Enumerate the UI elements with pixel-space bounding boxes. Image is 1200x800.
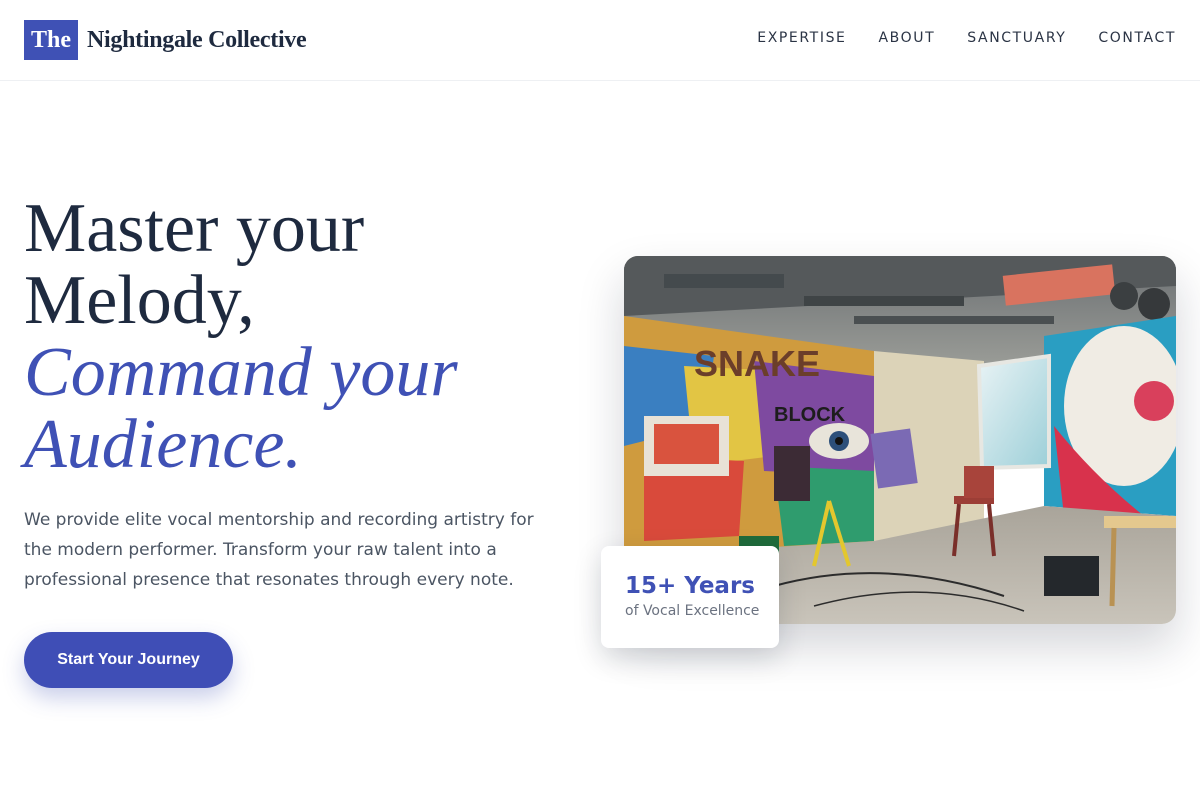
- hero-title-accent-1: Command your: [24, 334, 458, 411]
- stat-value: 15+ Years: [625, 573, 755, 599]
- brand-name: Nightingale Collective: [87, 26, 307, 53]
- brand-logo[interactable]: The Nightingale Collective: [24, 20, 307, 60]
- nav-item-contact[interactable]: CONTACT: [1098, 30, 1176, 46]
- nav-item-sanctuary[interactable]: SANCTUARY: [967, 30, 1066, 46]
- stat-label: of Vocal Excellence: [625, 603, 760, 619]
- main-nav: EXPERTISE ABOUT SANCTUARY CONTACT: [757, 30, 1176, 46]
- hero-title-line-2: Melody,: [24, 262, 255, 339]
- hero-title-line-1: Master your: [24, 190, 365, 267]
- stat-card: 15+ Years of Vocal Excellence: [601, 546, 779, 648]
- svg-text:BLOCK: BLOCK: [774, 404, 846, 426]
- nav-item-about[interactable]: ABOUT: [879, 30, 936, 46]
- brand-mark: The: [24, 20, 78, 60]
- hero-title: Master your Melody, Command your Audienc…: [24, 193, 584, 481]
- start-journey-button[interactable]: Start Your Journey: [24, 632, 233, 688]
- site-header: The Nightingale Collective EXPERTISE ABO…: [0, 0, 1200, 81]
- nav-item-expertise[interactable]: EXPERTISE: [757, 30, 846, 46]
- svg-text:SNAKE: SNAKE: [694, 343, 820, 384]
- hero-title-accent-2: Audience.: [24, 406, 302, 483]
- hero-description: We provide elite vocal mentorship and re…: [24, 510, 534, 590]
